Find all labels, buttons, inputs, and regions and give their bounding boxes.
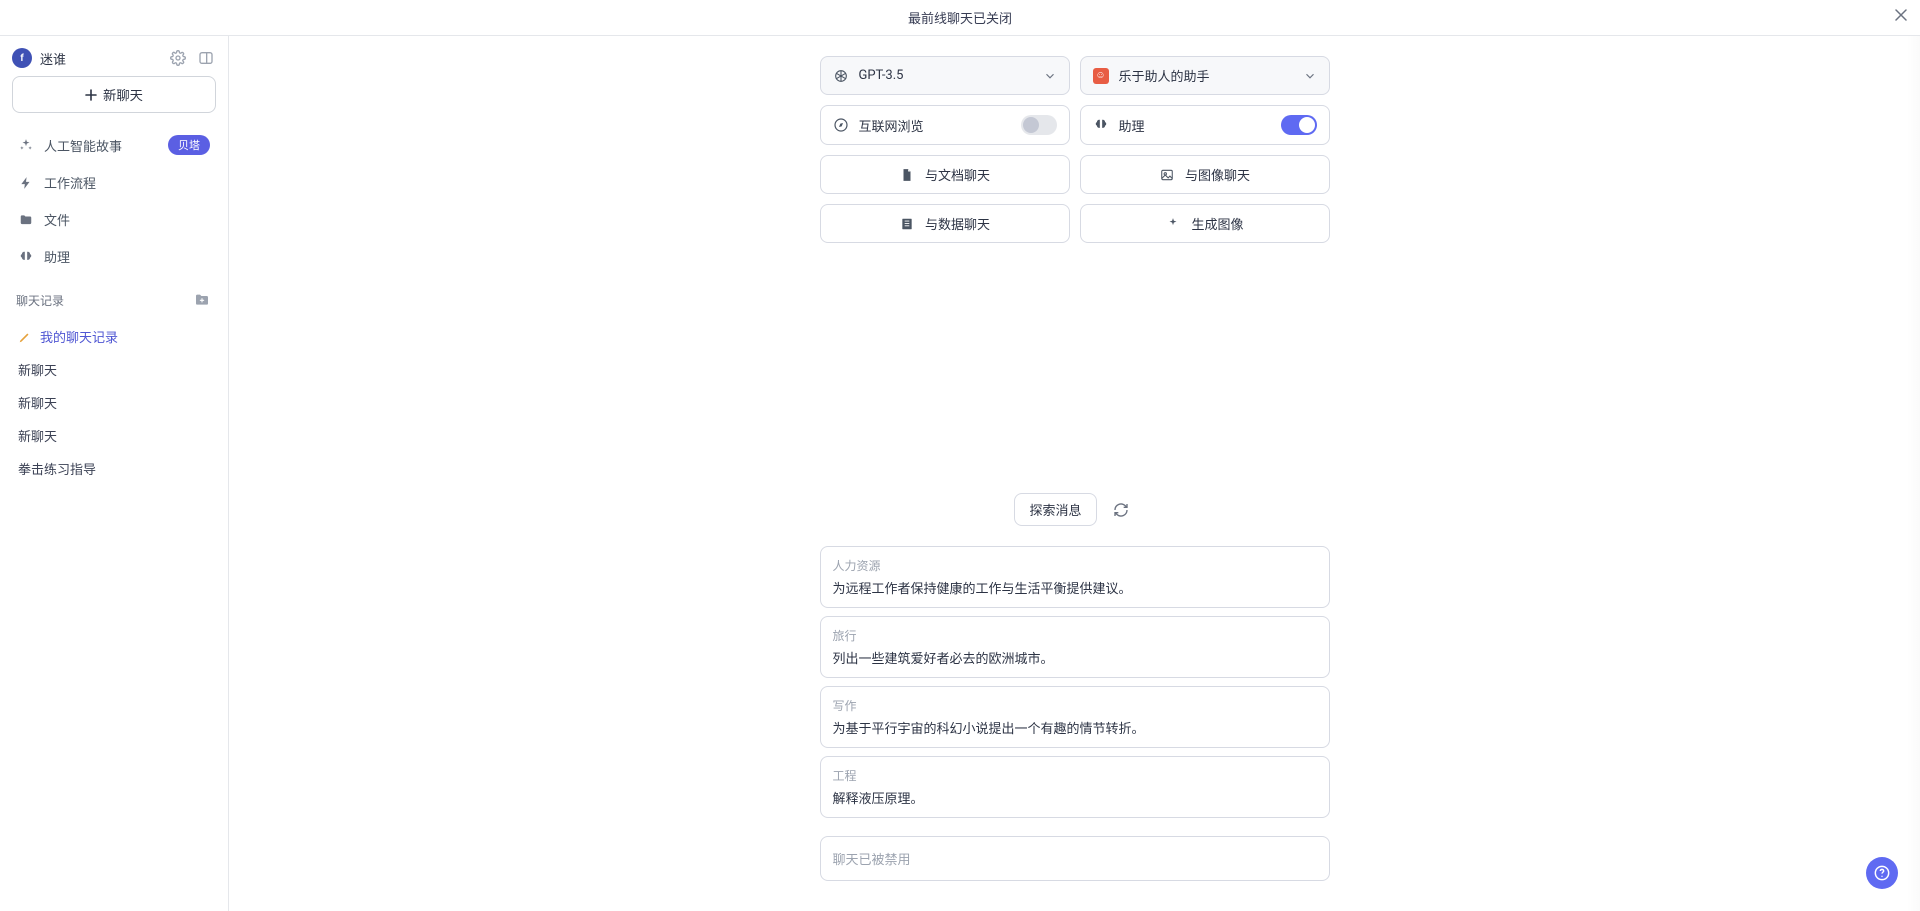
prompt-card[interactable]: 旅行 列出一些建筑爱好者必去的欧洲城市。 [820, 616, 1330, 678]
image-icon [1159, 167, 1175, 183]
bolt-icon [18, 175, 34, 191]
prompt-text: 列出一些建筑爱好者必去的欧洲城市。 [833, 648, 1317, 667]
chevron-down-icon [1303, 69, 1317, 83]
openai-icon [833, 68, 849, 84]
panel-toggle-icon[interactable] [196, 48, 216, 68]
prompt-card[interactable]: 工程 解释液压原理。 [820, 756, 1330, 818]
history-item[interactable]: 新聊天 [12, 419, 216, 452]
prompt-text: 为基于平行宇宙的科幻小说提出一个有趣的情节转折。 [833, 718, 1317, 737]
prompt-text: 解释液压原理。 [833, 788, 1317, 807]
prompt-category: 工程 [833, 767, 1317, 784]
history-item[interactable]: 拳击练习指导 [12, 452, 216, 485]
browse-toggle[interactable] [1021, 115, 1057, 135]
sparkle-icon [1165, 216, 1181, 232]
chat-doc-label: 与文档聊天 [925, 165, 990, 184]
prompt-category: 写作 [833, 697, 1317, 714]
history-header-label: 聊天记录 [16, 292, 64, 309]
prompt-card[interactable]: 人力资源 为远程工作者保持健康的工作与生活平衡提供建议。 [820, 546, 1330, 608]
brain-icon [1093, 117, 1109, 133]
refresh-icon[interactable] [1107, 496, 1135, 524]
chat-data-label: 与数据聊天 [925, 214, 990, 233]
help-icon [1874, 865, 1890, 881]
chat-with-data-button[interactable]: 与数据聊天 [820, 204, 1070, 243]
generate-image-button[interactable]: 生成图像 [1080, 204, 1330, 243]
nav-label: 人工智能故事 [44, 136, 122, 155]
history-label: 我的聊天记录 [40, 327, 118, 346]
sidebar-item-assistant[interactable]: 助理 [12, 239, 216, 274]
prompt-card[interactable]: 写作 为基于平行宇宙的科幻小说提出一个有趣的情节转折。 [820, 686, 1330, 748]
history-item[interactable]: 新聊天 [12, 386, 216, 419]
persona-label: 乐于助人的助手 [1119, 66, 1210, 85]
history-label: 新聊天 [18, 393, 57, 412]
sidebar-item-ai-stories[interactable]: 人工智能故事 贝塔 [12, 127, 216, 163]
history-header: 聊天记录 [12, 282, 216, 312]
history-label: 新聊天 [18, 426, 57, 445]
assistant-toggle-row[interactable]: 助理 [1080, 105, 1330, 145]
chat-input[interactable]: 聊天已被禁用 [820, 836, 1330, 881]
nav-list: 人工智能故事 贝塔 工作流程 文件 助理 [12, 127, 216, 274]
history-label: 拳击练习指导 [18, 459, 96, 478]
chat-with-image-button[interactable]: 与图像聊天 [1080, 155, 1330, 194]
folder-icon [18, 212, 34, 228]
main: GPT-3.5 ☺ 乐于助人的助手 [229, 36, 1920, 911]
nav-label: 工作流程 [44, 173, 96, 192]
add-folder-icon[interactable] [192, 290, 212, 310]
history-item[interactable]: 新聊天 [12, 353, 216, 386]
compass-icon [833, 117, 849, 133]
history-label: 新聊天 [18, 360, 57, 379]
persona-avatar-icon: ☺ [1093, 68, 1109, 84]
explore-messages-button[interactable]: 探索消息 [1014, 493, 1096, 526]
beta-badge: 贝塔 [168, 135, 210, 155]
assistant-toggle[interactable] [1281, 115, 1317, 135]
browse-toggle-row[interactable]: 互联网浏览 [820, 105, 1070, 145]
nav-label: 助理 [44, 247, 70, 266]
nav-label: 文件 [44, 210, 70, 229]
user-name: 迷谁 [40, 49, 160, 68]
user-row: f 迷谁 [12, 48, 216, 68]
brain-icon [18, 249, 34, 265]
plus-icon [85, 89, 97, 101]
spreadsheet-icon [899, 216, 915, 232]
help-fab[interactable] [1866, 857, 1898, 889]
sidebar: f 迷谁 新聊天 人工智能故事 贝塔 [0, 36, 229, 911]
prompt-text: 为远程工作者保持健康的工作与生活平衡提供建议。 [833, 578, 1317, 597]
history-item-my-chats[interactable]: 我的聊天记录 [12, 320, 216, 353]
pencil-icon [18, 330, 32, 344]
gear-icon[interactable] [168, 48, 188, 68]
sidebar-item-workflows[interactable]: 工作流程 [12, 165, 216, 200]
history-list: 我的聊天记录 新聊天 新聊天 新聊天 拳击练习指导 [12, 320, 216, 485]
chat-image-label: 与图像聊天 [1185, 165, 1250, 184]
banner-text: 最前线聊天已关闭 [908, 8, 1012, 27]
chat-with-doc-button[interactable]: 与文档聊天 [820, 155, 1070, 194]
close-icon[interactable] [1894, 8, 1908, 22]
assistant-label: 助理 [1119, 116, 1145, 135]
explore-row: 探索消息 [695, 493, 1455, 526]
document-icon [899, 167, 915, 183]
prompt-cards: 人力资源 为远程工作者保持健康的工作与生活平衡提供建议。 旅行 列出一些建筑爱好… [820, 546, 1330, 818]
model-selector[interactable]: GPT-3.5 [820, 56, 1070, 95]
new-chat-label: 新聊天 [103, 85, 143, 104]
top-banner: 最前线聊天已关闭 [0, 0, 1920, 36]
sparkle-icon [18, 137, 34, 153]
gen-image-label: 生成图像 [1191, 214, 1243, 233]
sidebar-item-files[interactable]: 文件 [12, 202, 216, 237]
model-label: GPT-3.5 [859, 68, 904, 83]
prompt-category: 人力资源 [833, 557, 1317, 574]
chat-input-placeholder: 聊天已被禁用 [833, 853, 911, 868]
controls-grid: GPT-3.5 ☺ 乐于助人的助手 [820, 56, 1330, 243]
persona-selector[interactable]: ☺ 乐于助人的助手 [1080, 56, 1330, 95]
browse-label: 互联网浏览 [859, 116, 924, 135]
avatar[interactable]: f [12, 48, 32, 68]
prompt-category: 旅行 [833, 627, 1317, 644]
new-chat-button[interactable]: 新聊天 [12, 76, 216, 113]
chevron-down-icon [1043, 69, 1057, 83]
